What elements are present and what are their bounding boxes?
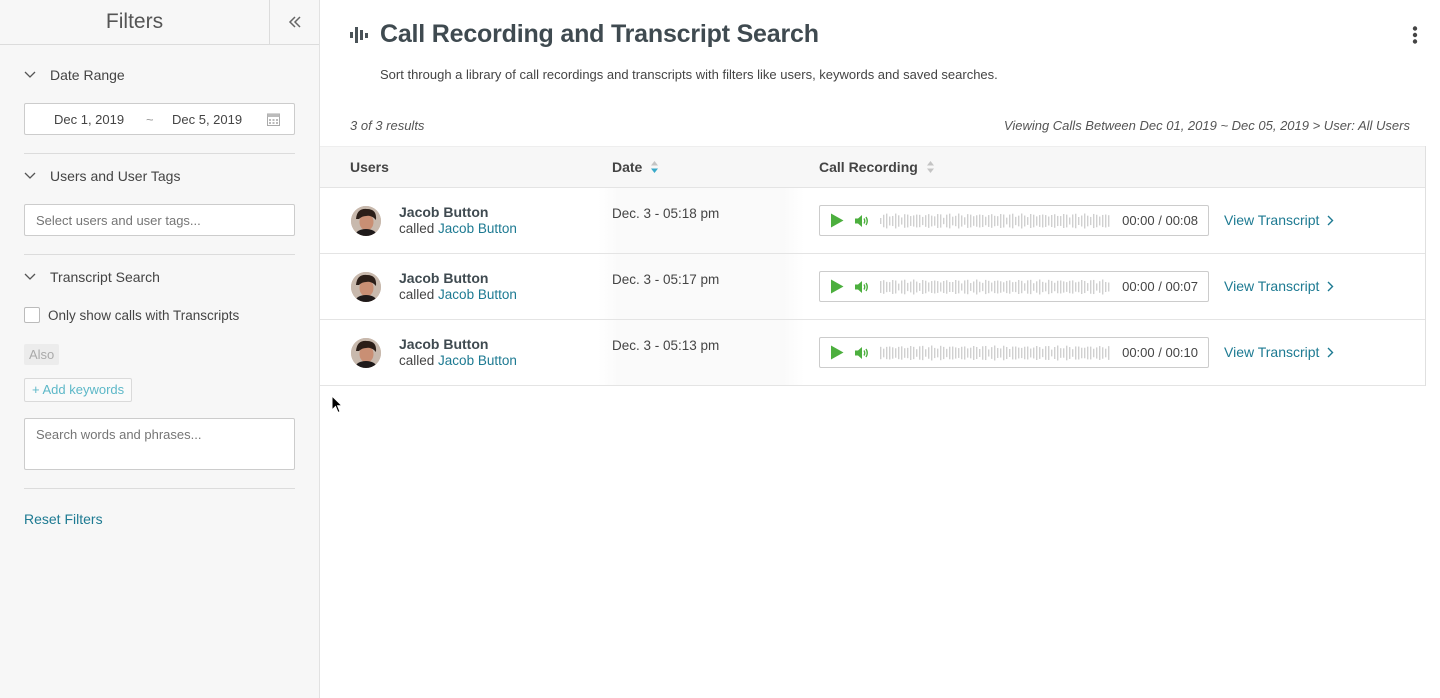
transcripts-only-checkbox[interactable]: Only show calls with Transcripts: [24, 307, 239, 323]
play-icon[interactable]: [830, 345, 844, 360]
end-date[interactable]: Dec 5, 2019: [172, 112, 242, 127]
table-body: Jacob Button called Jacob Button Dec. 3 …: [320, 188, 1425, 386]
audio-player[interactable]: 00:00 / 00:07: [819, 271, 1209, 302]
view-transcript-label: View Transcript: [1224, 344, 1320, 360]
reset-filters-link[interactable]: Reset Filters: [24, 511, 103, 527]
page-title: Call Recording and Transcript Search: [380, 20, 819, 48]
users-select-input[interactable]: [24, 204, 295, 236]
volume-icon[interactable]: [854, 346, 870, 360]
caller-name: Jacob Button: [399, 204, 489, 220]
users-section-label: Users and User Tags: [50, 168, 181, 184]
call-date: Dec. 3 - 05:18 pm: [612, 206, 720, 221]
avatar: [351, 338, 381, 368]
chevron-right-icon: [1327, 281, 1334, 291]
waveform-icon[interactable]: [880, 210, 1112, 232]
date-separator: ~: [146, 111, 154, 127]
called-prefix: called: [399, 221, 435, 236]
sort-desc-icon[interactable]: [650, 160, 659, 174]
more-options-icon[interactable]: [1412, 26, 1418, 44]
viewing-range-text: Viewing Calls Between Dec 01, 2019 ~ Dec…: [1003, 118, 1410, 133]
table-row[interactable]: Jacob Button called Jacob Button Dec. 3 …: [320, 320, 1425, 386]
date-range-label: Date Range: [50, 67, 125, 83]
transcript-section-label: Transcript Search: [50, 269, 160, 285]
sort-icon[interactable]: [926, 160, 935, 174]
column-header-users[interactable]: Users: [350, 159, 389, 175]
mouse-cursor-icon: [331, 395, 343, 414]
audio-player[interactable]: 00:00 / 00:08: [819, 205, 1209, 236]
audio-waveform-icon: [350, 26, 368, 43]
divider: [24, 254, 295, 255]
user-avatar-icon: [351, 206, 381, 236]
called-line: called Jacob Button: [399, 221, 517, 236]
called-line: called Jacob Button: [399, 287, 517, 302]
checkbox-box[interactable]: [24, 307, 40, 323]
called-user-link[interactable]: Jacob Button: [438, 221, 517, 236]
collapse-sidebar-button[interactable]: [269, 0, 319, 44]
calendar-icon[interactable]: [267, 112, 280, 126]
transcript-section-toggle[interactable]: Transcript Search: [24, 269, 160, 285]
playback-time: 00:00 / 00:08: [1122, 213, 1198, 228]
users-section-toggle[interactable]: Users and User Tags: [24, 168, 180, 184]
waveform-icon[interactable]: [880, 342, 1112, 364]
user-avatar-icon: [351, 272, 381, 302]
double-chevron-left-icon: [288, 16, 301, 28]
view-transcript-link[interactable]: View Transcript: [1224, 278, 1334, 294]
view-transcript-label: View Transcript: [1224, 278, 1320, 294]
playback-time: 00:00 / 00:07: [1122, 279, 1198, 294]
chevron-down-icon: [24, 71, 36, 78]
checkbox-label: Only show calls with Transcripts: [48, 307, 240, 323]
called-prefix: called: [399, 353, 435, 368]
chevron-right-icon: [1327, 347, 1334, 357]
column-label: Call Recording: [819, 159, 918, 175]
call-date: Dec. 3 - 05:13 pm: [612, 338, 720, 353]
waveform-icon[interactable]: [880, 276, 1112, 298]
call-date: Dec. 3 - 05:17 pm: [612, 272, 720, 287]
sidebar-title: Filters: [105, 10, 164, 33]
date-range-picker[interactable]: Dec 1, 2019 ~ Dec 5, 2019: [24, 103, 295, 135]
playback-time: 00:00 / 00:10: [1122, 345, 1198, 360]
calls-table: Users Date Call Recording Jacob Button c…: [320, 146, 1426, 386]
called-user-link[interactable]: Jacob Button: [438, 287, 517, 302]
table-row[interactable]: Jacob Button called Jacob Button Dec. 3 …: [320, 254, 1425, 320]
divider: [24, 153, 295, 154]
avatar: [351, 272, 381, 302]
view-transcript-label: View Transcript: [1224, 212, 1320, 228]
table-row[interactable]: Jacob Button called Jacob Button Dec. 3 …: [320, 188, 1425, 254]
caller-name: Jacob Button: [399, 336, 489, 352]
called-user-link[interactable]: Jacob Button: [438, 353, 517, 368]
avatar: [351, 206, 381, 236]
play-icon[interactable]: [830, 213, 844, 228]
chevron-down-icon: [24, 273, 36, 280]
date-range-section-toggle[interactable]: Date Range: [24, 67, 125, 83]
volume-icon[interactable]: [854, 280, 870, 294]
filters-sidebar: Filters Date Range Dec 1, 2019 ~ Dec 5, …: [0, 0, 320, 698]
called-line: called Jacob Button: [399, 353, 517, 368]
user-avatar-icon: [351, 338, 381, 368]
divider: [24, 488, 295, 489]
called-prefix: called: [399, 287, 435, 302]
start-date[interactable]: Dec 1, 2019: [54, 112, 124, 127]
table-header: Users Date Call Recording: [320, 146, 1425, 188]
chevron-right-icon: [1327, 215, 1334, 225]
column-label: Date: [612, 159, 643, 175]
add-keywords-button[interactable]: + Add keywords: [24, 378, 133, 402]
page-subtitle: Sort through a library of call recording…: [380, 67, 998, 82]
play-icon[interactable]: [830, 279, 844, 294]
column-header-date[interactable]: Date: [612, 159, 659, 175]
volume-icon[interactable]: [854, 214, 870, 228]
also-label: Also: [24, 344, 60, 365]
main-content: Call Recording and Transcript Search Sor…: [320, 0, 1440, 698]
sidebar-header: Filters: [0, 0, 319, 45]
view-transcript-link[interactable]: View Transcript: [1224, 212, 1334, 228]
column-header-call-recording[interactable]: Call Recording: [819, 159, 935, 175]
keywords-textarea[interactable]: [24, 418, 295, 470]
audio-player[interactable]: 00:00 / 00:10: [819, 337, 1209, 368]
page-header: Call Recording and Transcript Search: [350, 20, 819, 49]
chevron-down-icon: [24, 172, 36, 179]
column-label: Users: [350, 159, 389, 175]
results-count: 3 of 3 results: [350, 118, 425, 133]
view-transcript-link[interactable]: View Transcript: [1224, 344, 1334, 360]
caller-name: Jacob Button: [399, 270, 489, 286]
